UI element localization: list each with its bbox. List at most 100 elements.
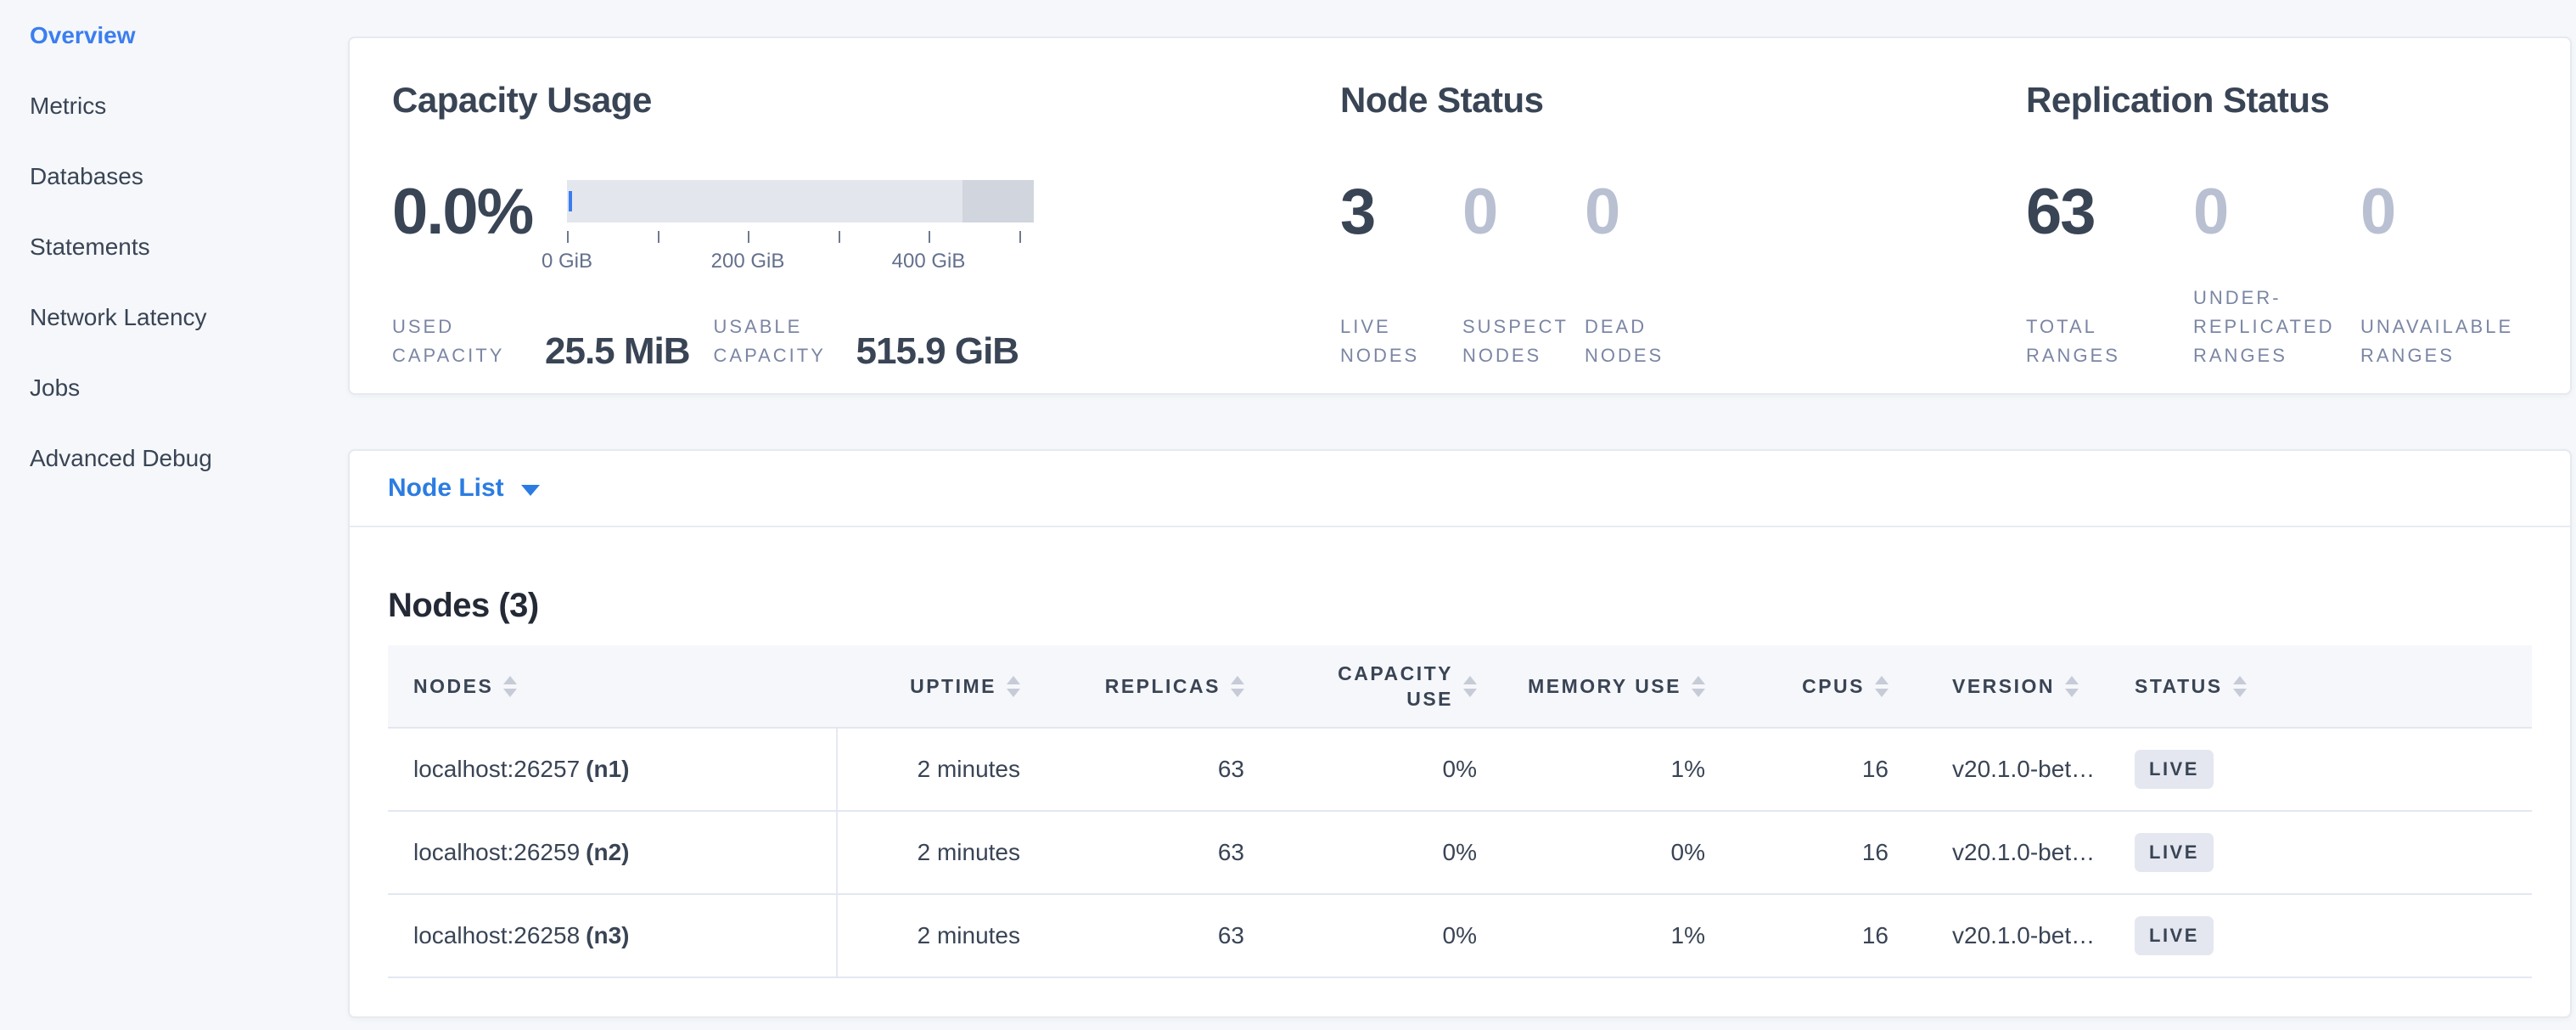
memory-use-cell: 1% [1477, 756, 1705, 783]
capacity-use-cell: 0% [1244, 839, 1477, 866]
suspect-nodes-label: SUSPECT NODES [1462, 312, 1566, 370]
replicas-cell: 63 [1020, 922, 1244, 949]
node-address-link[interactable]: localhost:26258 [413, 922, 580, 949]
capacity-bar-other-segment [962, 180, 1034, 222]
sidebar-item-overview[interactable]: Overview [0, 0, 348, 70]
capacity-bar-used-marker [569, 191, 572, 211]
node-id: (n1) [586, 756, 629, 783]
memory-use-cell: 1% [1477, 922, 1705, 949]
capacity-value-row: 0.0% 0 GiB200 GiB400 GiB [392, 180, 1340, 245]
usable-capacity-stat: USABLE CAPACITY 515.9 GiB [690, 312, 1019, 370]
capacity-used-percent: 0.0% [392, 180, 567, 245]
node-status-labels: LIVE NODES SUSPECT NODES DEAD NODES [1340, 312, 2026, 370]
capacity-axis-labels: 0 GiB200 GiB400 GiB [567, 250, 1042, 275]
node-status-panel: Node Status 3 0 0 LIVE NODES SUSPECT NOD… [1340, 82, 2026, 393]
column-header-capacity-use[interactable]: CAPACITY USE [1244, 661, 1477, 712]
sidebar: Overview Metrics Databases Statements Ne… [0, 0, 348, 1030]
axis-tick-label: 200 GiB [711, 250, 785, 273]
axis-tick [748, 231, 749, 243]
capacity-usage-title: Capacity Usage [392, 82, 1340, 118]
usable-capacity-value: 515.9 GiB [856, 333, 1019, 370]
under-replicated-ranges-label: UNDER-REPLICATED RANGES [2193, 284, 2356, 370]
capacity-use-cell: 0% [1244, 756, 1477, 783]
sort-icon [1463, 676, 1477, 697]
live-nodes-count: 3 [1340, 180, 1462, 245]
version-cell: v20.1.0-bet… [1889, 756, 2101, 783]
node-id: (n2) [586, 839, 629, 866]
sidebar-nav: Overview Metrics Databases Statements Ne… [0, 0, 348, 493]
node-list-selector[interactable]: Node List [350, 451, 2570, 527]
nodes-table: NODES UPTIME REPLICAS CAPACITY USE [388, 645, 2532, 978]
cpus-cell: 16 [1705, 922, 1889, 949]
node-id: (n3) [586, 922, 629, 949]
version-cell: v20.1.0-bet… [1889, 922, 2101, 949]
cpus-cell: 16 [1705, 839, 1889, 866]
column-header-status[interactable]: STATUS [2101, 673, 2532, 699]
version-cell: v20.1.0-bet… [1889, 839, 2101, 866]
capacity-usage-panel: Capacity Usage 0.0% 0 GiB200 GiB400 GiB [392, 82, 1340, 393]
axis-tick [1019, 231, 1021, 243]
sidebar-item-jobs[interactable]: Jobs [0, 352, 348, 423]
usable-capacity-label: USABLE CAPACITY [714, 312, 856, 370]
axis-tick [839, 231, 840, 243]
capacity-use-cell: 0% [1244, 922, 1477, 949]
dead-nodes-count: 0 [1585, 180, 1707, 245]
axis-tick [567, 231, 569, 243]
status-badge: LIVE [2135, 916, 2214, 955]
used-capacity-label: USED CAPACITY [392, 312, 545, 370]
column-header-replicas[interactable]: REPLICAS [1020, 673, 1244, 699]
replication-status-panel: Replication Status 63 0 0 TOTAL RANGES U… [2026, 82, 2528, 393]
column-header-uptime[interactable]: UPTIME [838, 673, 1020, 699]
axis-tick [929, 231, 930, 243]
sidebar-item-databases[interactable]: Databases [0, 141, 348, 211]
total-ranges-count: 63 [2026, 180, 2193, 245]
table-row-node-3[interactable]: localhost:26258 (n3) 2 minutes 63 0% 1% … [388, 895, 2532, 978]
replication-status-title: Replication Status [2026, 82, 2528, 118]
under-replicated-ranges-count: 0 [2193, 180, 2360, 245]
sort-icon [1231, 676, 1244, 697]
status-badge: LIVE [2135, 750, 2214, 789]
table-row-node-1[interactable]: localhost:26257 (n1) 2 minutes 63 0% 1% … [388, 729, 2532, 812]
status-badge: LIVE [2135, 833, 2214, 872]
memory-use-cell: 0% [1477, 839, 1705, 866]
sidebar-item-network-latency[interactable]: Network Latency [0, 282, 348, 352]
sidebar-item-statements[interactable]: Statements [0, 211, 348, 282]
sidebar-item-metrics[interactable]: Metrics [0, 70, 348, 141]
table-row-node-2[interactable]: localhost:26259 (n2) 2 minutes 63 0% 0% … [388, 812, 2532, 895]
sort-icon [2233, 676, 2247, 697]
sort-icon [1875, 676, 1889, 697]
app-root: Overview Metrics Databases Statements Ne… [0, 0, 2576, 1030]
sort-icon [1007, 676, 1020, 697]
nodes-heading: Nodes (3) [388, 587, 2532, 625]
uptime-cell: 2 minutes [838, 756, 1020, 783]
column-header-version[interactable]: VERSION [1889, 673, 2101, 699]
nodes-section: Nodes (3) NODES UPTIME REPLICA [350, 527, 2570, 1016]
sort-icon [503, 676, 517, 697]
replication-labels: TOTAL RANGES UNDER-REPLICATED RANGES UNA… [2026, 312, 2528, 370]
cpus-cell: 16 [1705, 756, 1889, 783]
node-address-link[interactable]: localhost:26257 [413, 756, 580, 783]
suspect-nodes-count: 0 [1462, 180, 1585, 245]
node-list-selector-label: Node List [388, 474, 504, 503]
sort-icon [2065, 676, 2079, 697]
total-ranges-label: TOTAL RANGES [2026, 312, 2189, 370]
capacity-stats-row: USED CAPACITY 25.5 MiB USABLE CAPACITY 5… [392, 312, 1340, 370]
main-content: Capacity Usage 0.0% 0 GiB200 GiB400 GiB [348, 0, 2576, 1030]
axis-tick-label: 400 GiB [892, 250, 966, 273]
uptime-cell: 2 minutes [838, 839, 1020, 866]
capacity-axis-ticks [567, 231, 1042, 245]
uptime-cell: 2 minutes [838, 922, 1020, 949]
capacity-bar [567, 180, 1034, 222]
column-header-cpus[interactable]: CPUS [1705, 673, 1889, 699]
node-list-card: Node List Nodes (3) NODES UPTIME [348, 449, 2572, 1018]
column-header-nodes[interactable]: NODES [388, 645, 838, 727]
cluster-summary-card: Capacity Usage 0.0% 0 GiB200 GiB400 GiB [348, 37, 2572, 395]
replicas-cell: 63 [1020, 839, 1244, 866]
node-status-title: Node Status [1340, 82, 2026, 118]
sort-icon [1692, 676, 1705, 697]
column-header-memory-use[interactable]: MEMORY USE [1477, 673, 1705, 699]
node-address-link[interactable]: localhost:26259 [413, 839, 580, 866]
chevron-down-icon [521, 485, 540, 496]
sidebar-item-advanced-debug[interactable]: Advanced Debug [0, 423, 348, 493]
used-capacity-value: 25.5 MiB [545, 333, 690, 370]
